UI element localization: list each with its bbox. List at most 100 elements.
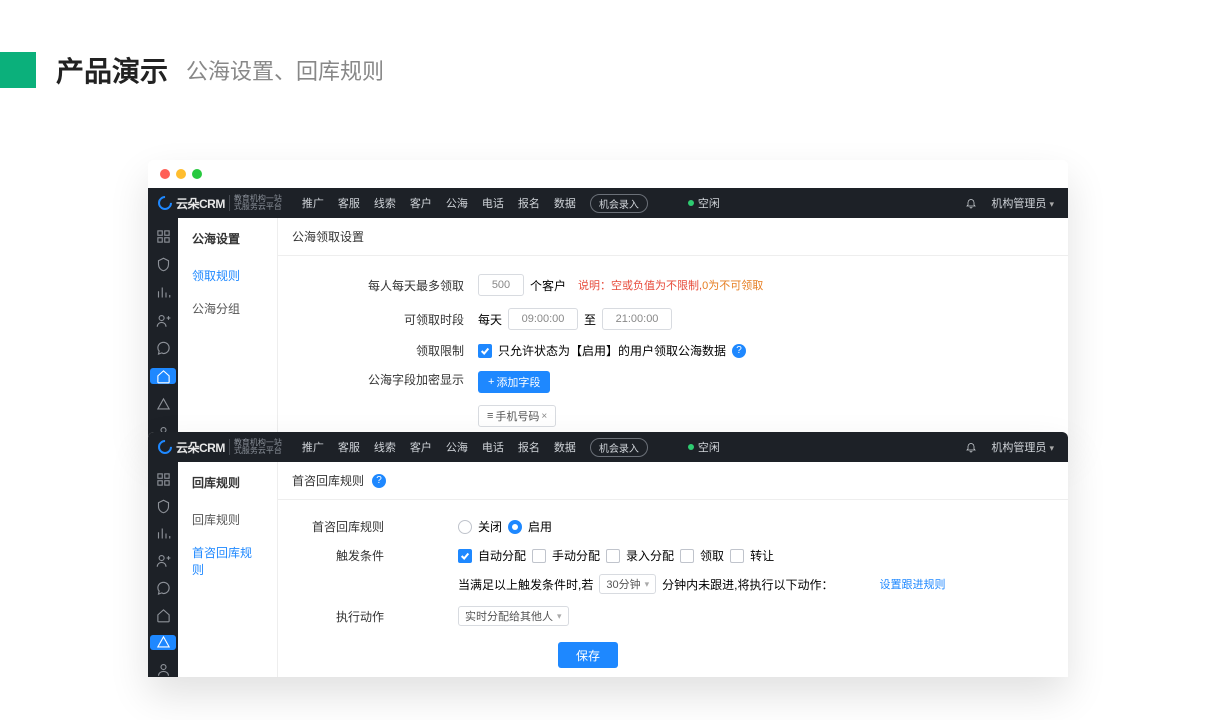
plus-icon: + (488, 376, 494, 388)
radio-on[interactable] (508, 520, 522, 534)
time-label: 可领取时段 (278, 311, 478, 328)
opt-auto: 自动分配 (478, 547, 526, 564)
subside: 公海设置 领取规则 公海分组 (178, 218, 278, 440)
subside-title: 公海设置 (178, 218, 277, 259)
nav-tuiguang[interactable]: 推广 (302, 439, 324, 455)
nav-kefu[interactable]: 客服 (338, 195, 360, 211)
bell-icon[interactable] (965, 197, 977, 209)
chk-manual[interactable] (532, 549, 546, 563)
field-tag-phone[interactable]: ≡手机号码 × (478, 405, 556, 427)
nav-jihuiluru[interactable]: 机会录入 (590, 438, 648, 457)
opt-lingqu: 领取 (700, 547, 724, 564)
status-indicator: 空闲 (688, 439, 720, 455)
subside-item-fenzu[interactable]: 公海分组 (178, 292, 277, 325)
iconbar-item-8[interactable] (150, 662, 176, 677)
slide-accent (0, 52, 36, 88)
nav-kehu[interactable]: 客户 (410, 195, 432, 211)
logo-text: 云朵CRM (176, 439, 225, 456)
nav-gonghai[interactable]: 公海 (446, 439, 468, 455)
nav-baoming[interactable]: 报名 (518, 439, 540, 455)
bell-icon[interactable] (965, 441, 977, 453)
minutes-select[interactable]: 30分钟 ▾ (599, 574, 656, 594)
add-field-button[interactable]: +添加字段 (478, 371, 550, 393)
nav-gonghai[interactable]: 公海 (446, 195, 468, 211)
mac-zoom-icon[interactable] (192, 169, 202, 179)
status-dot-icon (688, 200, 694, 206)
content-title: 公海领取设置 (278, 218, 1068, 256)
limit-text: 只允许状态为【启用】的用户领取公海数据 (498, 342, 726, 359)
nav-baoming[interactable]: 报名 (518, 195, 540, 211)
chk-zhuanrang[interactable] (730, 549, 744, 563)
status-text: 空闲 (698, 439, 720, 455)
iconbar-item-5[interactable] (150, 581, 176, 596)
iconbar-item-2[interactable] (150, 499, 176, 514)
iconbar-item-4[interactable] (150, 312, 176, 328)
subside-item-huiku[interactable]: 回库规则 (178, 503, 277, 536)
action-select[interactable]: 实时分配给其他人 ▾ (458, 606, 569, 626)
rule-label: 首咨回库规则 (278, 518, 398, 535)
nav-kefu[interactable]: 客服 (338, 439, 360, 455)
help-icon[interactable]: ? (732, 344, 746, 358)
set-rule-link[interactable]: 设置跟进规则 (879, 576, 945, 592)
subside-item-lingqu[interactable]: 领取规则 (178, 259, 277, 292)
user-menu[interactable]: 机构管理员 ▾ (991, 439, 1054, 455)
time-start-input[interactable] (508, 308, 578, 330)
topnav: 推广 客服 线索 客户 公海 电话 报名 数据 机会录入 (302, 194, 648, 213)
iconbar-item-1[interactable] (150, 472, 176, 487)
mac-close-icon[interactable] (160, 169, 170, 179)
nav-shuju[interactable]: 数据 (554, 195, 576, 211)
subside-title: 回库规则 (178, 462, 277, 503)
mac-minimize-icon[interactable] (176, 169, 186, 179)
content-title-row: 首咨回库规则 ? (278, 462, 1068, 500)
nav-tuiguang[interactable]: 推广 (302, 195, 324, 211)
topnav: 推广 客服 线索 客户 公海 电话 报名 数据 机会录入 (302, 438, 648, 457)
iconbar-item-5[interactable] (150, 340, 176, 356)
iconbar (148, 462, 178, 677)
max-claim-input[interactable] (478, 274, 524, 296)
limit-checkbox[interactable] (478, 344, 492, 358)
iconbar-item-2[interactable] (150, 256, 176, 272)
save-button[interactable]: 保存 (558, 642, 618, 668)
radio-off[interactable] (458, 520, 472, 534)
logo-sub2: 式服务云平台 (234, 203, 282, 211)
nav-xiansuo[interactable]: 线索 (374, 439, 396, 455)
logo-icon (155, 193, 175, 213)
topbar: 云朵CRM 教育机构一站 式服务云平台 推广 客服 线索 客户 公海 电话 报名… (148, 432, 1068, 462)
iconbar-item-4[interactable] (150, 553, 176, 568)
cond-prefix: 当满足以上触发条件时,若 (458, 576, 593, 593)
nav-xiansuo[interactable]: 线索 (374, 195, 396, 211)
logo-icon (155, 437, 175, 457)
user-menu[interactable]: 机构管理员 ▾ (991, 195, 1054, 211)
nav-kehu[interactable]: 客户 (410, 439, 432, 455)
iconbar-item-6-active[interactable] (150, 368, 176, 384)
subside-item-shouzi[interactable]: 首咨回库规则 (178, 536, 277, 586)
help-icon[interactable]: ? (372, 474, 386, 488)
time-end-input[interactable] (602, 308, 672, 330)
iconbar-item-3[interactable] (150, 284, 176, 300)
iconbar-item-7[interactable] (150, 396, 176, 412)
iconbar-item-7-active[interactable] (150, 635, 176, 650)
on-label: 启用 (528, 518, 552, 535)
nav-jihuiluru[interactable]: 机会录入 (590, 194, 648, 213)
iconbar-item-1[interactable] (150, 228, 176, 244)
logo: 云朵CRM 教育机构一站 式服务云平台 (148, 439, 292, 456)
chk-lingqu[interactable] (680, 549, 694, 563)
topbar: 云朵CRM 教育机构一站 式服务云平台 推广 客服 线索 客户 公海 电话 报名… (148, 188, 1068, 218)
trigger-label: 触发条件 (278, 547, 398, 564)
content-title: 首咨回库规则 (292, 472, 364, 489)
chk-luru[interactable] (606, 549, 620, 563)
iconbar-item-3[interactable] (150, 526, 176, 541)
chk-auto[interactable] (458, 549, 472, 563)
nav-dianhua[interactable]: 电话 (482, 195, 504, 211)
time-sep: 至 (584, 311, 596, 328)
iconbar-item-6[interactable] (150, 608, 176, 623)
nav-dianhua[interactable]: 电话 (482, 439, 504, 455)
limit-label: 领取限制 (278, 342, 478, 359)
max-claim-unit: 个客户 (530, 277, 566, 294)
remove-tag-icon[interactable]: × (541, 411, 547, 422)
nav-shuju[interactable]: 数据 (554, 439, 576, 455)
time-daily: 每天 (478, 311, 502, 328)
iconbar (148, 218, 178, 440)
content-area: 首咨回库规则 ? 首咨回库规则 关闭 启用 触发条件 (278, 462, 1068, 677)
chevron-down-icon: ▾ (1049, 199, 1054, 209)
